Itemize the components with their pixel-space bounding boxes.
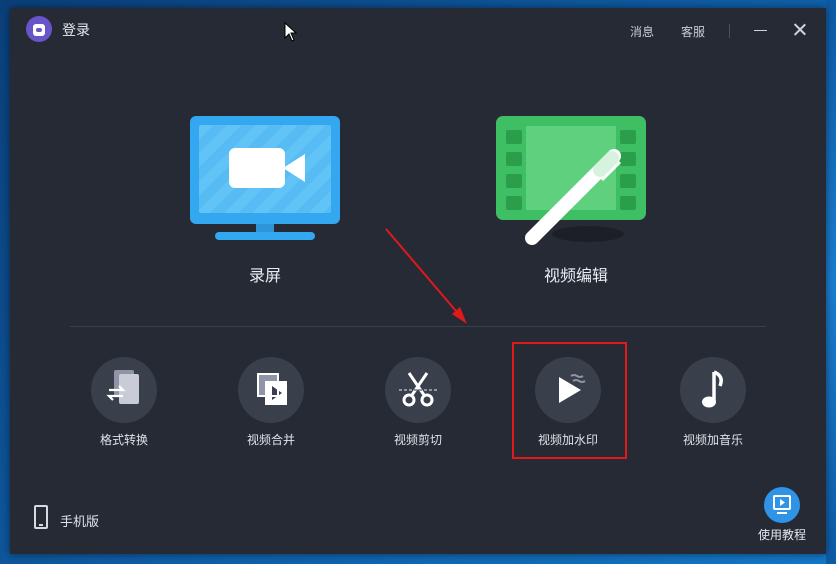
annotation-arrow-icon — [385, 228, 467, 324]
mouse-cursor-icon — [284, 22, 298, 42]
